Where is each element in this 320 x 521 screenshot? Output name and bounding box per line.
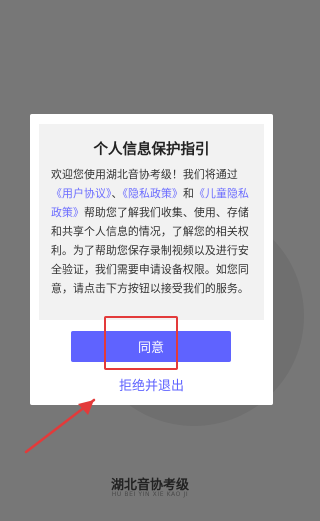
body-text-part: 欢迎您使用湖北音协考级！我们将通过 bbox=[51, 168, 238, 181]
privacy-policy-link[interactable]: 《隐私政策》 bbox=[123, 187, 184, 200]
user-agreement-link[interactable]: 《用户协议》 bbox=[51, 187, 112, 200]
dialog-body-text: 欢迎您使用湖北音协考级！我们将通过《用户协议》、《隐私政策》和《儿童隐私政策》帮… bbox=[51, 165, 254, 298]
app-brand-pinyin: HU BEI YIN XIE KAO JI bbox=[111, 491, 189, 498]
dialog-title: 个人信息保护指引 bbox=[93, 142, 210, 158]
body-text-part: 帮助您了解我们收集、使用、存储和共享个人信息的情况，了解您的相关权利。为了帮助您… bbox=[51, 206, 249, 295]
body-text-part: 和 bbox=[183, 187, 194, 200]
body-text-part: 、 bbox=[111, 187, 123, 200]
agree-highlight-box bbox=[104, 316, 178, 370]
annotation-arrow-icon bbox=[24, 398, 96, 454]
dialog-content-panel: 个人信息保护指引 欢迎您使用湖北音协考级！我们将通过《用户协议》、《隐私政策》和… bbox=[39, 124, 264, 320]
